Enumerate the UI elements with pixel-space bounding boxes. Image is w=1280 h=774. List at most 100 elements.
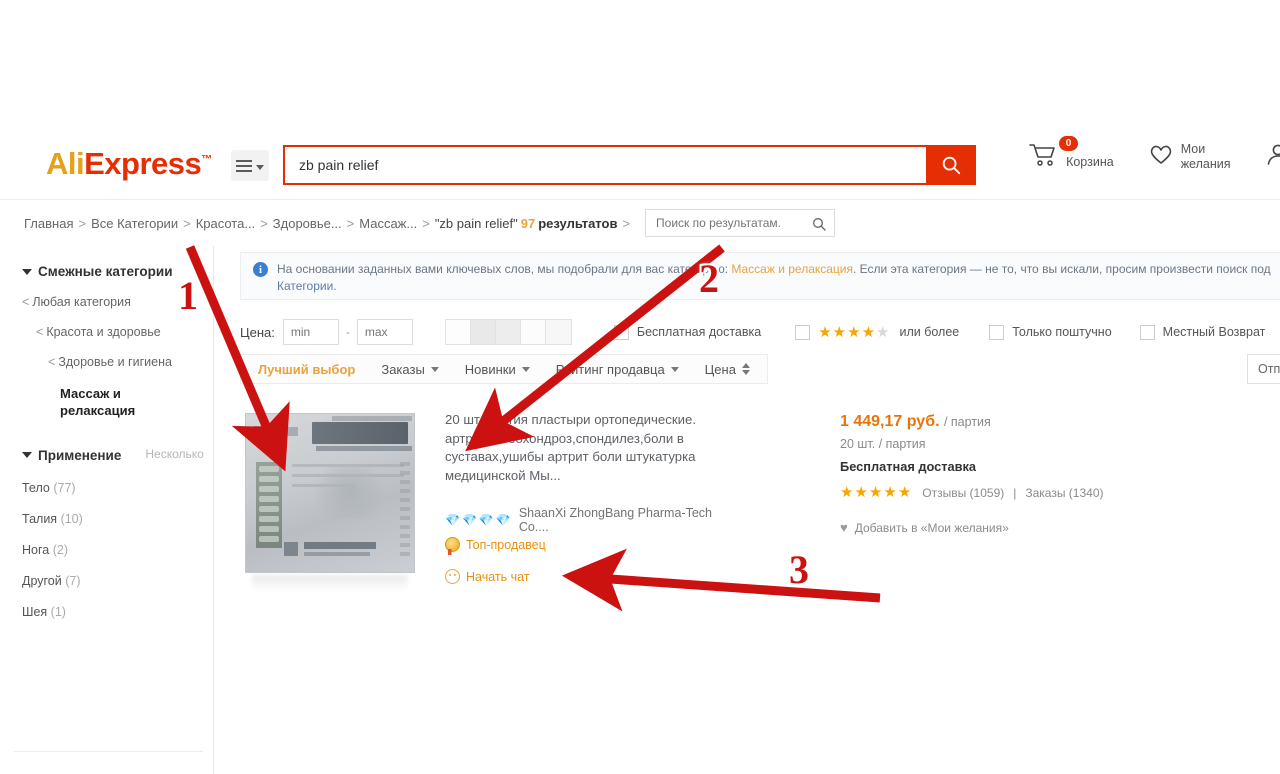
filter-rating[interactable]: ★ ★ ★ ★ ★ или более <box>795 325 959 340</box>
star-icon: ★ <box>869 485 882 500</box>
filter-free-shipping[interactable]: Бесплатная доставка <box>614 325 761 340</box>
application-filter-header[interactable]: Применение Несколько <box>22 447 213 463</box>
search-in-results-input[interactable] <box>654 215 804 231</box>
banner-text: На основании заданных вами ключевых слов… <box>277 261 1277 291</box>
price-row: 1 449,17 руб. / партия <box>840 413 1160 431</box>
sidebar-item-any-category[interactable]: <Любая категория <box>22 295 213 309</box>
histogram-bar <box>521 320 546 344</box>
seller-name[interactable]: ShaanXi ZhongBang Pharma-Tech Co.... <box>519 506 745 534</box>
categories-menu-button[interactable] <box>231 150 269 181</box>
sidebar-divider <box>14 751 203 752</box>
filter-label: Местный Возврат <box>1163 325 1266 339</box>
application-title-wrap: Применение <box>22 448 121 463</box>
facet-waist[interactable]: Талия (10) <box>22 512 213 526</box>
search-in-results-box[interactable] <box>645 209 835 237</box>
breadcrumb-sep: > <box>78 216 86 231</box>
sidebar-item-health-hygiene[interactable]: <Здоровье и гигиена <box>22 355 213 369</box>
checkbox[interactable] <box>614 325 629 340</box>
package-footer <box>284 540 376 560</box>
ship-from-select[interactable]: Отправка из <box>1247 354 1280 384</box>
price-histogram-control[interactable] <box>445 319 572 345</box>
star-icon-empty: ★ <box>876 325 889 340</box>
facet-count: (1) <box>51 605 66 619</box>
related-categories-title: Смежные категории <box>38 264 173 279</box>
checkbox[interactable] <box>795 325 810 340</box>
facet-label: Тело <box>22 481 50 495</box>
breadcrumb: Главная > Все Категории > Красота... > З… <box>0 200 1280 246</box>
package-spine-graphic <box>256 462 282 548</box>
search-icon <box>940 154 962 176</box>
product-price: 1 449,17 руб. <box>840 413 940 430</box>
facet-other[interactable]: Другой (7) <box>22 574 213 588</box>
account-button[interactable]: При Мой <box>1265 142 1280 172</box>
results-main: i На основании заданных вами ключевых сл… <box>215 246 1280 690</box>
package-header <box>252 422 408 452</box>
product-orders[interactable]: Заказы (1340) <box>1025 486 1103 500</box>
facet-leg[interactable]: Нога (2) <box>22 543 213 557</box>
product-list-item: 20 шт./партия пластыри ортопедические. а… <box>240 411 1280 641</box>
breadcrumb-sep: > <box>422 216 430 231</box>
facet-label: Нога <box>22 543 49 557</box>
tab-label: Заказы <box>381 362 424 377</box>
header-actions: 0 Корзина Мои желания При <box>1029 142 1280 172</box>
application-multi-label[interactable]: Несколько <box>145 447 203 461</box>
aliexpress-logo[interactable]: AliExpress™ <box>46 146 212 182</box>
tab-price[interactable]: Цена <box>692 355 763 383</box>
star-icon: ★ <box>833 325 846 340</box>
product-title[interactable]: 20 шт./партия пластыри ортопедические. а… <box>445 411 745 485</box>
breadcrumb-item-0[interactable]: Главная <box>24 216 73 231</box>
star-icon: ★ <box>898 485 911 500</box>
top-seller-label: Топ-продавец <box>466 538 546 552</box>
search-box[interactable] <box>283 145 926 185</box>
breadcrumb-item-1[interactable]: Все Категории <box>91 216 178 231</box>
checkbox[interactable] <box>989 325 1004 340</box>
diamond-icon: 💎 <box>445 514 460 526</box>
breadcrumb-item-2[interactable]: Красота... <box>196 216 256 231</box>
star-icon: ★ <box>818 325 831 340</box>
sidebar-label-health-hygiene: Здоровье и гигиена <box>58 355 172 369</box>
wishlist-button[interactable]: Мои желания <box>1148 142 1231 172</box>
triangle-down-icon <box>22 269 32 275</box>
add-to-wishlist-button[interactable]: ♥ Добавить в «Мои желания» <box>840 520 1160 535</box>
banner-categories-link[interactable]: Категории. <box>277 279 337 293</box>
checkbox[interactable] <box>1140 325 1155 340</box>
tab-label: Цена <box>705 362 736 377</box>
product-stars: ★ ★ ★ ★ ★ <box>840 485 911 500</box>
facet-label: Другой <box>22 574 62 588</box>
breadcrumb-sep: > <box>622 216 630 231</box>
price-min-input[interactable] <box>283 319 339 345</box>
breadcrumb-item-4[interactable]: Массаж... <box>359 216 417 231</box>
breadcrumb-item-3[interactable]: Здоровье... <box>273 216 342 231</box>
related-categories-header[interactable]: Смежные категории <box>22 264 213 279</box>
filter-local-return[interactable]: Местный Возврат <box>1140 325 1266 340</box>
tab-best-match[interactable]: Лучший выбор <box>245 355 368 383</box>
star-icon: ★ <box>847 325 860 340</box>
filter-piece-only[interactable]: Только поштучно <box>989 325 1111 340</box>
breadcrumb-result-count: 97 <box>521 216 535 231</box>
banner-text-after: . Если эта категория — не то, что вы иск… <box>853 262 1271 276</box>
start-chat-button[interactable]: Начать чат <box>445 569 530 584</box>
tab-seller-rating[interactable]: Рейтинг продавца <box>543 355 692 383</box>
chevron-down-icon <box>256 165 264 170</box>
product-thumbnail[interactable] <box>245 413 415 573</box>
cart-button[interactable]: 0 Корзина <box>1029 142 1114 170</box>
application-title: Применение <box>38 448 121 463</box>
product-free-shipping: Бесплатная доставка <box>840 459 1160 474</box>
package-chinese-title <box>312 422 408 444</box>
wishlist-label-line1: Мои <box>1181 142 1231 157</box>
package-brand-text <box>278 427 298 436</box>
price-max-input[interactable] <box>357 319 413 345</box>
tab-newest[interactable]: Новинки <box>452 355 543 383</box>
product-reviews[interactable]: Отзывы (1059) <box>922 486 1004 500</box>
facet-neck[interactable]: Шея (1) <box>22 605 213 619</box>
facet-body[interactable]: Тело (77) <box>22 481 213 495</box>
search-input[interactable] <box>297 156 926 174</box>
product-lot-size: 20 шт. / партия <box>840 437 1160 451</box>
thumbnail-shadow <box>252 575 408 591</box>
search-button[interactable] <box>926 145 976 185</box>
tab-orders[interactable]: Заказы <box>368 355 451 383</box>
sidebar-item-beauty-health[interactable]: <Красота и здоровье <box>22 325 213 339</box>
seller-row[interactable]: 💎 💎 💎 💎 ShaanXi ZhongBang Pharma-Tech Co… <box>445 506 745 534</box>
banner-category-link[interactable]: Массаж и релаксация <box>731 262 853 276</box>
chevron-down-icon <box>431 367 439 372</box>
